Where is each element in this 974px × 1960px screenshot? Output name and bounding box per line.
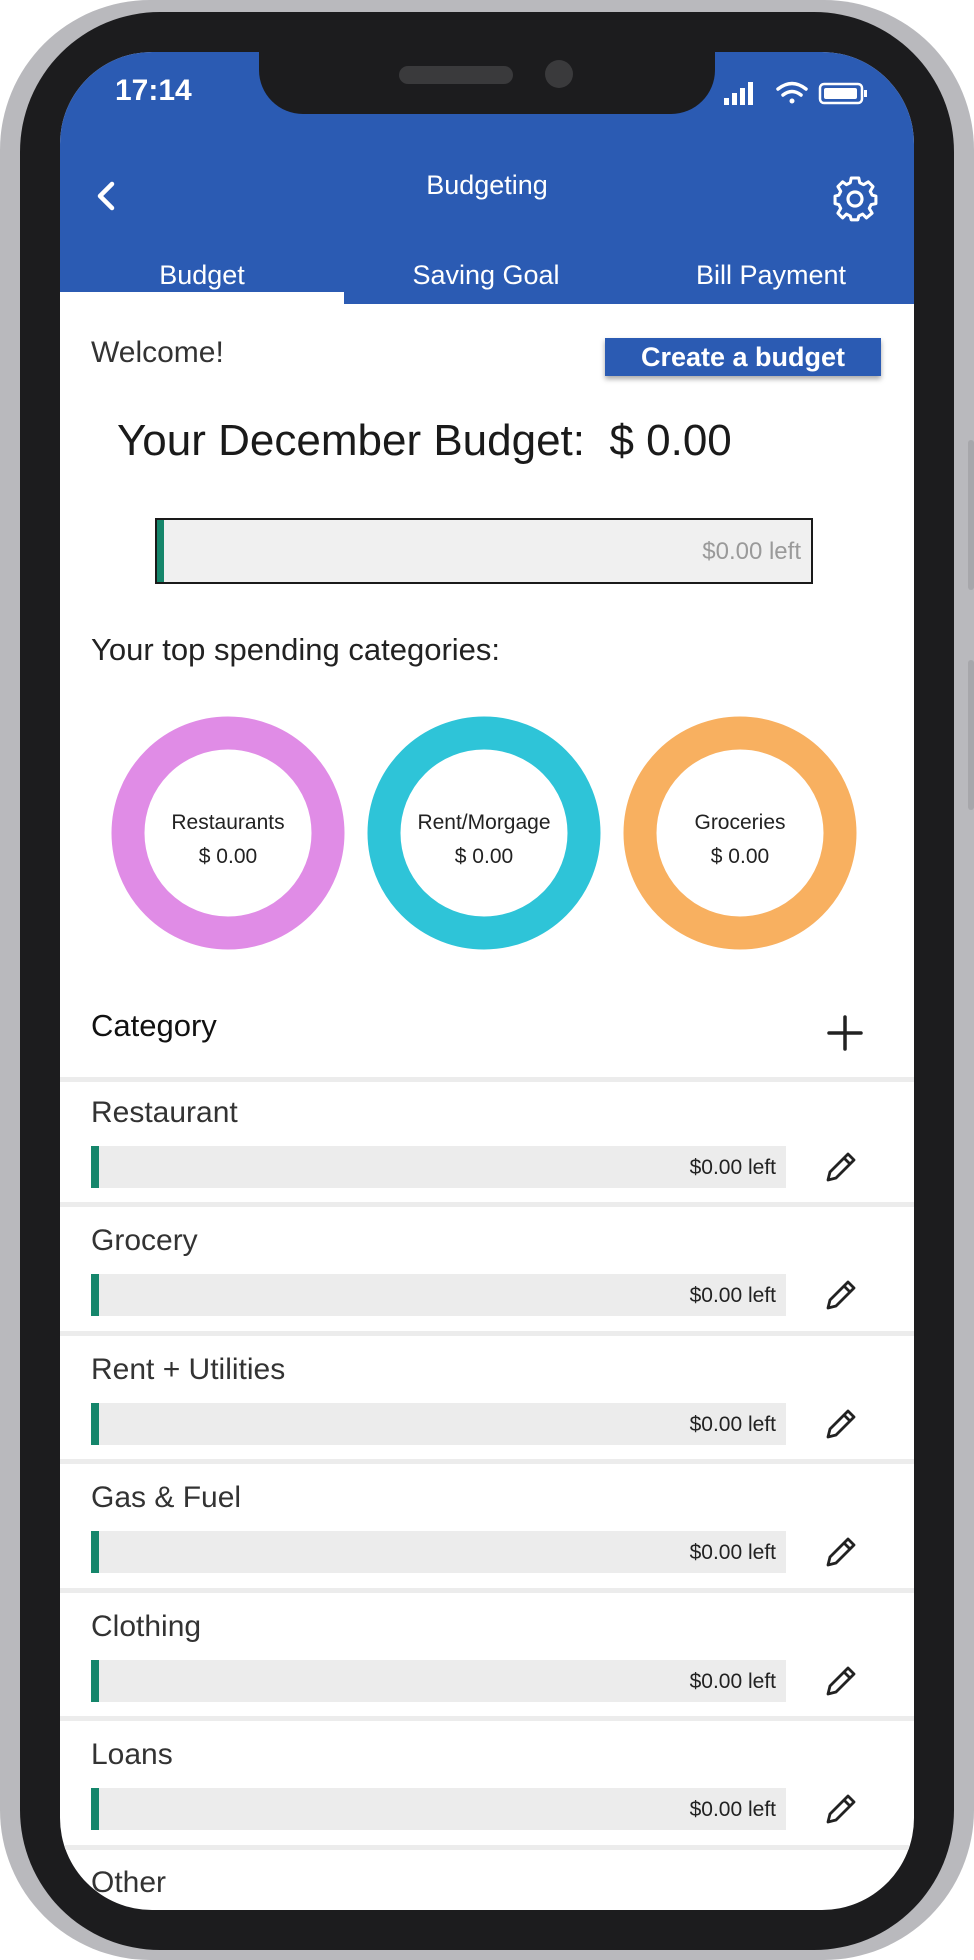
- category-progress-bar: $0.00 left: [91, 1274, 786, 1316]
- front-camera: [545, 60, 573, 88]
- donut-category-amount: $ 0.00: [710, 845, 770, 868]
- category-heading: Category: [91, 1008, 217, 1043]
- edit-category-button[interactable]: [820, 1662, 860, 1702]
- create-budget-button[interactable]: Create a budget: [605, 338, 881, 376]
- power-button: [968, 660, 974, 810]
- edit-category-button[interactable]: [820, 1276, 860, 1316]
- divider: [60, 1459, 914, 1464]
- category-progress-fill: [91, 1788, 100, 1830]
- top-categories-heading: Your top spending categories:: [91, 632, 501, 667]
- divider: [60, 1331, 914, 1336]
- donut-restaurants-label: Restaurants $ 0.00: [111, 806, 345, 874]
- app-screen: 17:14 Budgeting Budget Saving Goal Bill …: [60, 52, 914, 1910]
- category-name: Gas & Fuel: [91, 1481, 242, 1514]
- donut-category-amount: $ 0.00: [454, 845, 514, 868]
- phone-frame: 17:14 Budgeting Budget Saving Goal Bill …: [0, 0, 974, 1960]
- speaker-grille: [399, 66, 513, 84]
- pencil-icon: [826, 1152, 856, 1182]
- wifi-icon: [776, 81, 808, 104]
- edit-category-button[interactable]: [820, 1533, 860, 1573]
- category-name: Clothing: [91, 1610, 202, 1643]
- status-icons: [724, 81, 867, 105]
- divider: [60, 1588, 914, 1593]
- pencil-icon: [826, 1280, 856, 1310]
- budget-remaining: $0.00 left: [702, 538, 801, 565]
- category-progress-bar: $0.00 left: [91, 1403, 786, 1445]
- active-tab-indicator: [60, 292, 344, 304]
- category-progress-fill: [91, 1531, 100, 1573]
- category-progress-fill: [91, 1660, 100, 1702]
- category-row-loans: Loans $0.00 left: [60, 1724, 914, 1848]
- donut-category-name: Restaurants: [171, 811, 285, 834]
- category-progress-bar: $0.00 left: [91, 1146, 786, 1188]
- divider: [60, 1716, 914, 1721]
- budget-title: Your December Budget: $ 0.00: [117, 416, 732, 465]
- tab-saving-goal[interactable]: Saving Goal: [344, 260, 628, 291]
- category-name: Rent + Utilities: [91, 1353, 286, 1386]
- tab-budget[interactable]: Budget: [60, 260, 344, 291]
- category-row-rent-utilities: Rent + Utilities $0.00 left: [60, 1339, 914, 1463]
- donut-rent-morgage[interactable]: Rent/Morgage $ 0.00: [367, 716, 601, 950]
- category-remaining: $0.00 left: [689, 1798, 776, 1821]
- pencil-icon: [826, 1794, 856, 1824]
- divider: [60, 1202, 914, 1207]
- category-name: Other: [91, 1866, 167, 1899]
- donut-category-name: Rent/Morgage: [417, 811, 551, 834]
- category-name: Restaurant: [91, 1096, 238, 1129]
- edit-category-button[interactable]: [820, 1405, 860, 1445]
- donut-groceries-label: Groceries $ 0.00: [623, 806, 857, 874]
- signal-icon: [724, 82, 753, 105]
- tab-saving-goal-label: Saving Goal: [412, 260, 560, 290]
- category-row-other: Other: [60, 1852, 914, 1910]
- welcome-text: Welcome!: [91, 336, 224, 369]
- add-category-button[interactable]: [825, 1013, 865, 1053]
- donut-groceries[interactable]: Groceries $ 0.00: [623, 716, 857, 950]
- phone-notch: [259, 52, 715, 114]
- battery-icon: [818, 82, 867, 105]
- category-progress-fill: [91, 1146, 100, 1188]
- donut-restaurants[interactable]: Restaurants $ 0.00: [111, 716, 345, 950]
- tab-budget-label: Budget: [159, 260, 245, 290]
- plus-icon: [827, 1015, 863, 1051]
- category-remaining: $0.00 left: [689, 1156, 776, 1179]
- category-row-restaurant: Restaurant $0.00 left: [60, 1082, 914, 1206]
- category-progress-fill: [91, 1403, 100, 1445]
- category-remaining: $0.00 left: [689, 1541, 776, 1564]
- category-remaining: $0.00 left: [689, 1284, 776, 1307]
- donut-category-name: Groceries: [694, 811, 786, 834]
- settings-button[interactable]: [830, 174, 880, 224]
- category-row-clothing: Clothing $0.00 left: [60, 1596, 914, 1720]
- tab-bill-payment-label: Bill Payment: [695, 260, 847, 290]
- category-progress-bar: $0.00 left: [91, 1788, 786, 1830]
- category-remaining: $0.00 left: [689, 1670, 776, 1693]
- status-time: 17:14: [115, 74, 192, 107]
- budget-progress-bar: $0.00 left: [155, 518, 813, 584]
- edit-category-button[interactable]: [820, 1148, 860, 1188]
- donut-category-amount: $ 0.00: [198, 845, 258, 868]
- pencil-icon: [826, 1537, 856, 1567]
- tab-bill-payment[interactable]: Bill Payment: [628, 260, 914, 291]
- category-progress-bar: $0.00 left: [91, 1531, 786, 1573]
- budget-progress-fill: [157, 520, 164, 582]
- category-row-gas-fuel: Gas & Fuel $0.00 left: [60, 1467, 914, 1591]
- category-remaining: $0.00 left: [689, 1413, 776, 1436]
- donut-rent-morgage-label: Rent/Morgage $ 0.00: [367, 806, 601, 874]
- category-name: Loans: [91, 1738, 173, 1771]
- pencil-icon: [826, 1666, 856, 1696]
- category-row-grocery: Grocery $0.00 left: [60, 1210, 914, 1334]
- volume-button: [968, 440, 974, 590]
- pencil-icon: [826, 1409, 856, 1439]
- page-title: Budgeting: [426, 170, 548, 200]
- gear-icon: [833, 176, 878, 222]
- edit-category-button[interactable]: [820, 1790, 860, 1830]
- category-progress-fill: [91, 1274, 100, 1316]
- category-progress-bar: $0.00 left: [91, 1660, 786, 1702]
- divider: [60, 1845, 914, 1850]
- category-name: Grocery: [91, 1224, 198, 1257]
